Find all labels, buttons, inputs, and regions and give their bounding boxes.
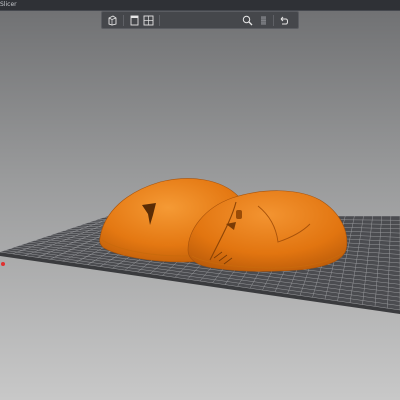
object-list-icon	[130, 15, 139, 26]
view-toolbar	[101, 11, 299, 29]
toolbar-divider	[123, 15, 124, 26]
zoom-icon	[242, 15, 253, 26]
mouse-shell-right-scroll-wheel	[236, 210, 242, 219]
3d-viewport[interactable]	[0, 0, 400, 400]
origin-marker	[1, 262, 5, 266]
layers-icon	[261, 16, 266, 25]
toolbar-divider	[273, 15, 274, 26]
add-object-button[interactable]	[106, 14, 119, 27]
add-object-icon	[108, 15, 117, 26]
toolbar-divider	[159, 15, 160, 26]
undo-button[interactable]	[277, 14, 290, 27]
zoom-button[interactable]	[241, 14, 254, 27]
object-list-button[interactable]	[128, 14, 141, 27]
title-bar: Slicer	[0, 0, 400, 11]
arrange-grid-icon	[143, 15, 154, 26]
layers-button[interactable]	[257, 14, 270, 27]
undo-icon	[280, 16, 288, 25]
slicer-window: Slicer	[0, 0, 400, 400]
arrange-button[interactable]	[142, 14, 155, 27]
app-title: Slicer	[0, 1, 17, 8]
